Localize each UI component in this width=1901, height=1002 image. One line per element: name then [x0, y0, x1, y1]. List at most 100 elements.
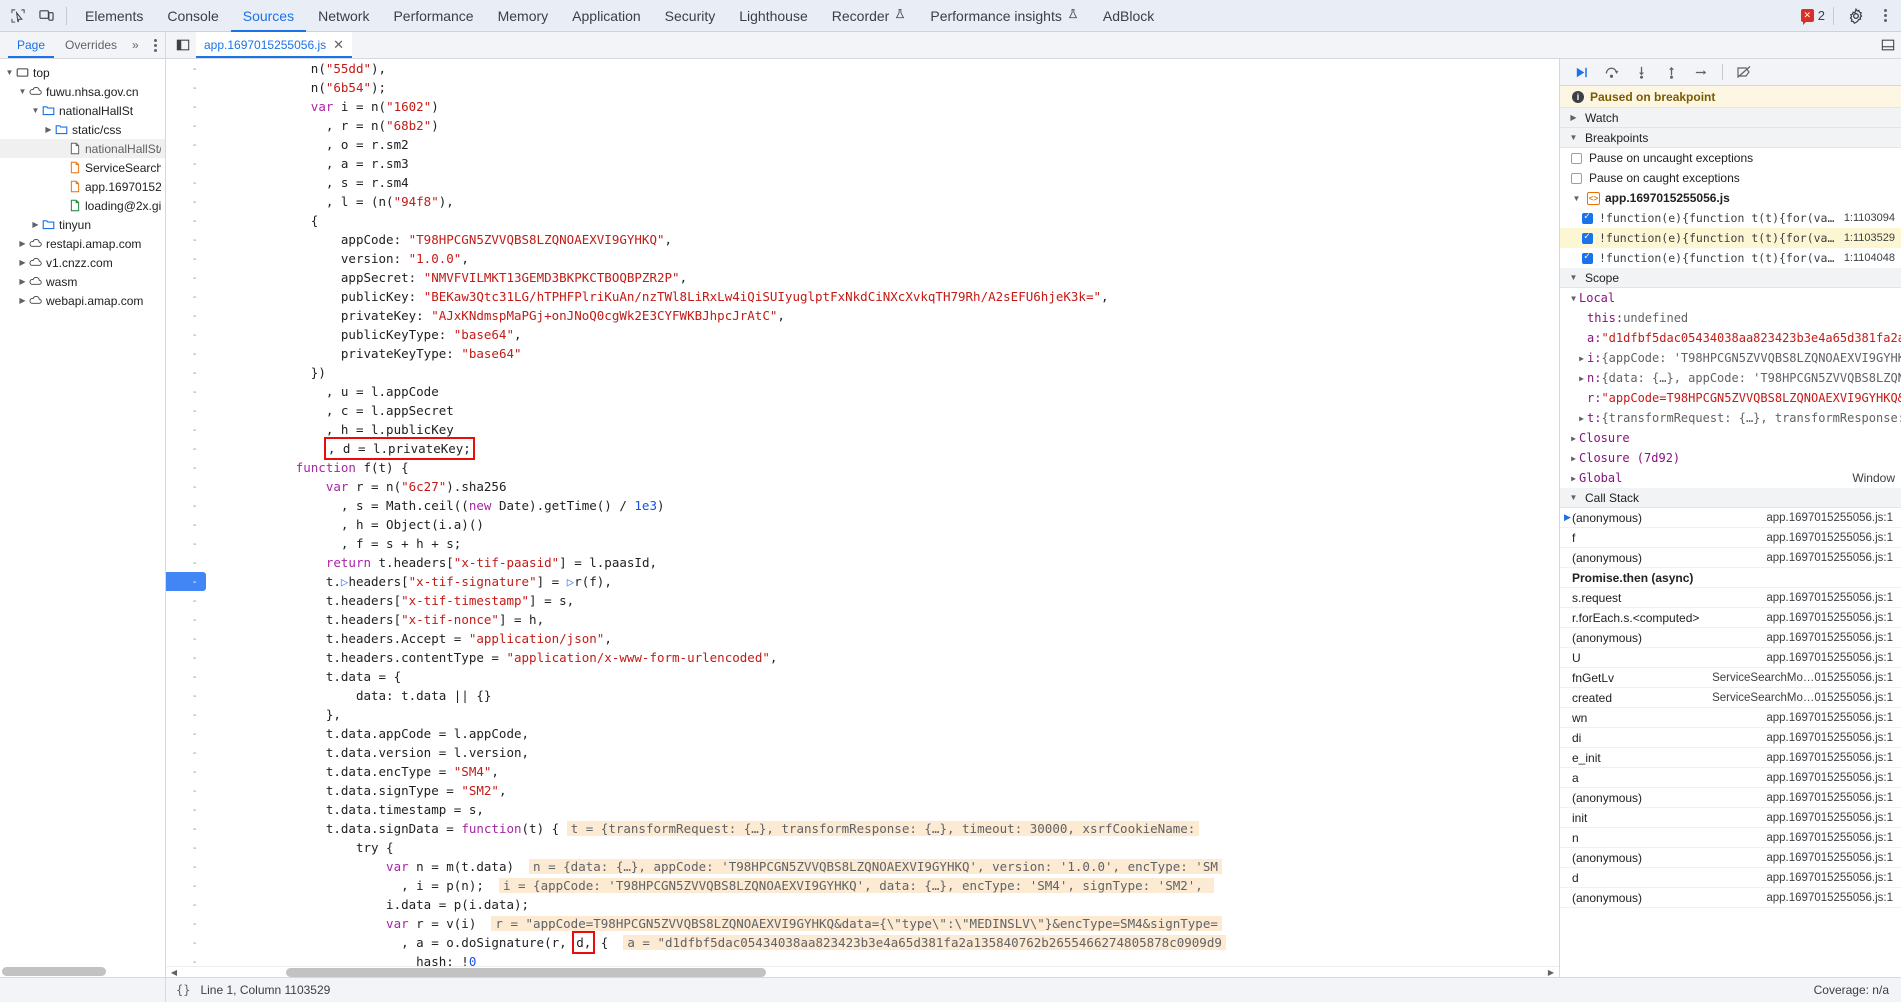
scope-row[interactable]: ▶this: undefined — [1560, 308, 1901, 328]
code-line[interactable]: - version: "1.0.0", — [166, 249, 1559, 268]
chevron-right-icon[interactable]: ▶ — [1568, 474, 1579, 483]
breakpoint-item[interactable]: !function(e){function t(t){for(var n,i,o… — [1560, 248, 1901, 268]
navigator-hscrollbar[interactable] — [0, 966, 165, 977]
chevron-right-icon[interactable]: ▶ — [17, 277, 28, 286]
inspect-element-icon[interactable] — [4, 3, 32, 29]
line-gutter[interactable]: - — [166, 534, 206, 553]
tab-network[interactable]: Network — [306, 0, 381, 32]
tree-item-app-169701525505[interactable]: ▶app.169701525505 — [0, 177, 165, 196]
code-line[interactable]: - data: t.data || {} — [166, 686, 1559, 705]
tree-item-static-css[interactable]: ▶ static/css — [0, 120, 165, 139]
code-line[interactable]: - , u = l.appCode — [166, 382, 1559, 401]
callstack-frame[interactable]: Uapp.1697015255056.js:1 — [1560, 648, 1901, 668]
tab-memory[interactable]: Memory — [486, 0, 561, 32]
breakpoint-file-group[interactable]: ▼ <> app.1697015255056.js — [1560, 188, 1901, 208]
tree-item-v1-cnzz-com[interactable]: ▶ v1.cnzz.com — [0, 253, 165, 272]
line-gutter[interactable]: - — [166, 933, 206, 952]
editor-tab-app-js[interactable]: app.1697015255056.js ✕ — [196, 32, 353, 58]
code-line[interactable]: - n("55dd"), — [166, 59, 1559, 78]
code-line[interactable]: - var r = n("6c27").sha256 — [166, 477, 1559, 496]
callstack-frame[interactable]: created ServiceSearchMo…015255056.js:1 — [1560, 688, 1901, 708]
callstack-frame[interactable]: wn app.1697015255056.js:1 — [1560, 708, 1901, 728]
code-line[interactable]: - var r = v(i) r = "appCode=T98HPCGN5ZVV… — [166, 914, 1559, 933]
error-count-badge[interactable]: ✕ 2 — [1800, 8, 1825, 25]
callstack-frame[interactable]: init app.1697015255056.js:1 — [1560, 808, 1901, 828]
code-line[interactable]: - function f(t) { — [166, 458, 1559, 477]
scope-row[interactable]: ▼ Local — [1560, 288, 1901, 308]
tree-item-top[interactable]: ▼ top — [0, 63, 165, 82]
line-gutter[interactable]: - — [166, 781, 206, 800]
deactivate-breakpoints-icon[interactable] — [1731, 61, 1757, 83]
line-gutter[interactable]: - — [166, 135, 206, 154]
code-line[interactable]: - t.headers["x-tif-nonce"] = h, — [166, 610, 1559, 629]
code-line[interactable]: - n("6b54"); — [166, 78, 1559, 97]
editor-scroll-thumb[interactable] — [286, 968, 766, 977]
line-gutter[interactable]: - — [166, 401, 206, 420]
tree-item-nationalhallst[interactable]: ▶nationalHallSt/ — [0, 139, 165, 158]
pause-uncaught-row[interactable]: Pause on uncaught exceptions — [1560, 148, 1901, 168]
line-gutter[interactable]: - — [166, 59, 206, 78]
code-line[interactable]: - }, — [166, 705, 1559, 724]
code-line[interactable]: - , h = Object(i.a)() — [166, 515, 1559, 534]
code-line[interactable]: - t.data.signData = function(t) { t = {t… — [166, 819, 1559, 838]
scope-row[interactable]: ▶ n: {data: {…}, appCode: 'T98HPCGN5ZVVQB… — [1560, 368, 1901, 388]
chevron-right-icon[interactable]: ▶ — [30, 220, 41, 229]
line-gutter[interactable]: - — [166, 914, 206, 933]
scroll-right-icon[interactable]: ▶ — [1545, 967, 1557, 978]
line-gutter[interactable]: - — [166, 306, 206, 325]
chevron-down-icon[interactable]: ▼ — [17, 87, 28, 96]
scope-row[interactable]: ▶r: "appCode=T98HPCGN5ZVVQBS8LZQNOAEXVI9… — [1560, 388, 1901, 408]
code-line[interactable]: - , s = Math.ceil((new Date).getTime() /… — [166, 496, 1559, 515]
pretty-print-icon[interactable]: {} — [176, 983, 190, 997]
pause-caught-row[interactable]: Pause on caught exceptions — [1560, 168, 1901, 188]
callstack-frame[interactable]: r.forEach.s.<computed> app.1697015255056.… — [1560, 608, 1901, 628]
callstack-frame[interactable]: (anonymous) app.1697015255056.js:1 — [1560, 548, 1901, 568]
breakpoint-checkbox[interactable] — [1582, 251, 1593, 264]
line-gutter[interactable]: - — [166, 363, 206, 382]
tab-sources[interactable]: Sources — [231, 0, 306, 32]
line-gutter[interactable]: - — [166, 458, 206, 477]
code-line[interactable]: - }) — [166, 363, 1559, 382]
navigator-scroll-thumb[interactable] — [2, 967, 106, 976]
code-line[interactable]: - t.▷headers["x-tif-signature"] = ▷r(f), — [166, 572, 1559, 591]
more-nav-tabs-icon[interactable]: » — [128, 38, 141, 52]
scope-row[interactable]: ▶ i: {appCode: 'T98HPCGN5ZVVQBS8LZQNOAEXV… — [1560, 348, 1901, 368]
breakpoints-section-header[interactable]: ▼ Breakpoints — [1560, 128, 1901, 148]
line-gutter[interactable]: - — [166, 686, 206, 705]
code-line[interactable]: - , s = r.sm4 — [166, 173, 1559, 192]
breakpoint-checkbox[interactable] — [1582, 211, 1593, 224]
code-line[interactable]: - , c = l.appSecret — [166, 401, 1559, 420]
line-gutter[interactable]: - — [166, 610, 206, 629]
line-gutter[interactable]: - — [166, 572, 206, 591]
step-icon[interactable] — [1688, 61, 1714, 83]
tree-item-wasm[interactable]: ▶ wasm — [0, 272, 165, 291]
scroll-left-icon[interactable]: ◀ — [168, 967, 180, 978]
pause-caught-checkbox[interactable] — [1571, 172, 1582, 184]
more-options-icon[interactable] — [1878, 9, 1893, 22]
line-gutter[interactable]: - — [166, 173, 206, 192]
line-gutter[interactable]: - — [166, 591, 206, 610]
code-line[interactable]: - t.data = { — [166, 667, 1559, 686]
line-gutter[interactable]: - — [166, 344, 206, 363]
line-gutter[interactable]: - — [166, 154, 206, 173]
step-out-icon[interactable] — [1658, 61, 1684, 83]
tab-security[interactable]: Security — [653, 0, 728, 32]
chevron-right-icon[interactable]: ▶ — [1576, 414, 1587, 423]
line-gutter[interactable]: - — [166, 287, 206, 306]
callstack-frame[interactable]: f app.1697015255056.js:1 — [1560, 528, 1901, 548]
chevron-right-icon[interactable]: ▶ — [17, 239, 28, 248]
code-line[interactable]: - privateKey: "AJxKNdmspMaPGj+onJNoQ0cgW… — [166, 306, 1559, 325]
chevron-right-icon[interactable]: ▶ — [1576, 354, 1587, 363]
line-gutter[interactable]: - — [166, 477, 206, 496]
pause-uncaught-checkbox[interactable] — [1571, 152, 1582, 164]
scope-row[interactable]: ▶a: "d1dfbf5dac05434038aa823423b3e4a65d3… — [1560, 328, 1901, 348]
line-gutter[interactable]: - — [166, 97, 206, 116]
step-over-icon[interactable] — [1598, 61, 1624, 83]
step-into-icon[interactable] — [1628, 61, 1654, 83]
callstack-frame[interactable]: (anonymous) app.1697015255056.js:1 — [1560, 848, 1901, 868]
callstack-frame[interactable]: e_init app.1697015255056.js:1 — [1560, 748, 1901, 768]
line-gutter[interactable]: - — [166, 553, 206, 572]
line-gutter[interactable]: - — [166, 211, 206, 230]
line-gutter[interactable]: - — [166, 629, 206, 648]
tree-item-tinyun[interactable]: ▶ tinyun — [0, 215, 165, 234]
